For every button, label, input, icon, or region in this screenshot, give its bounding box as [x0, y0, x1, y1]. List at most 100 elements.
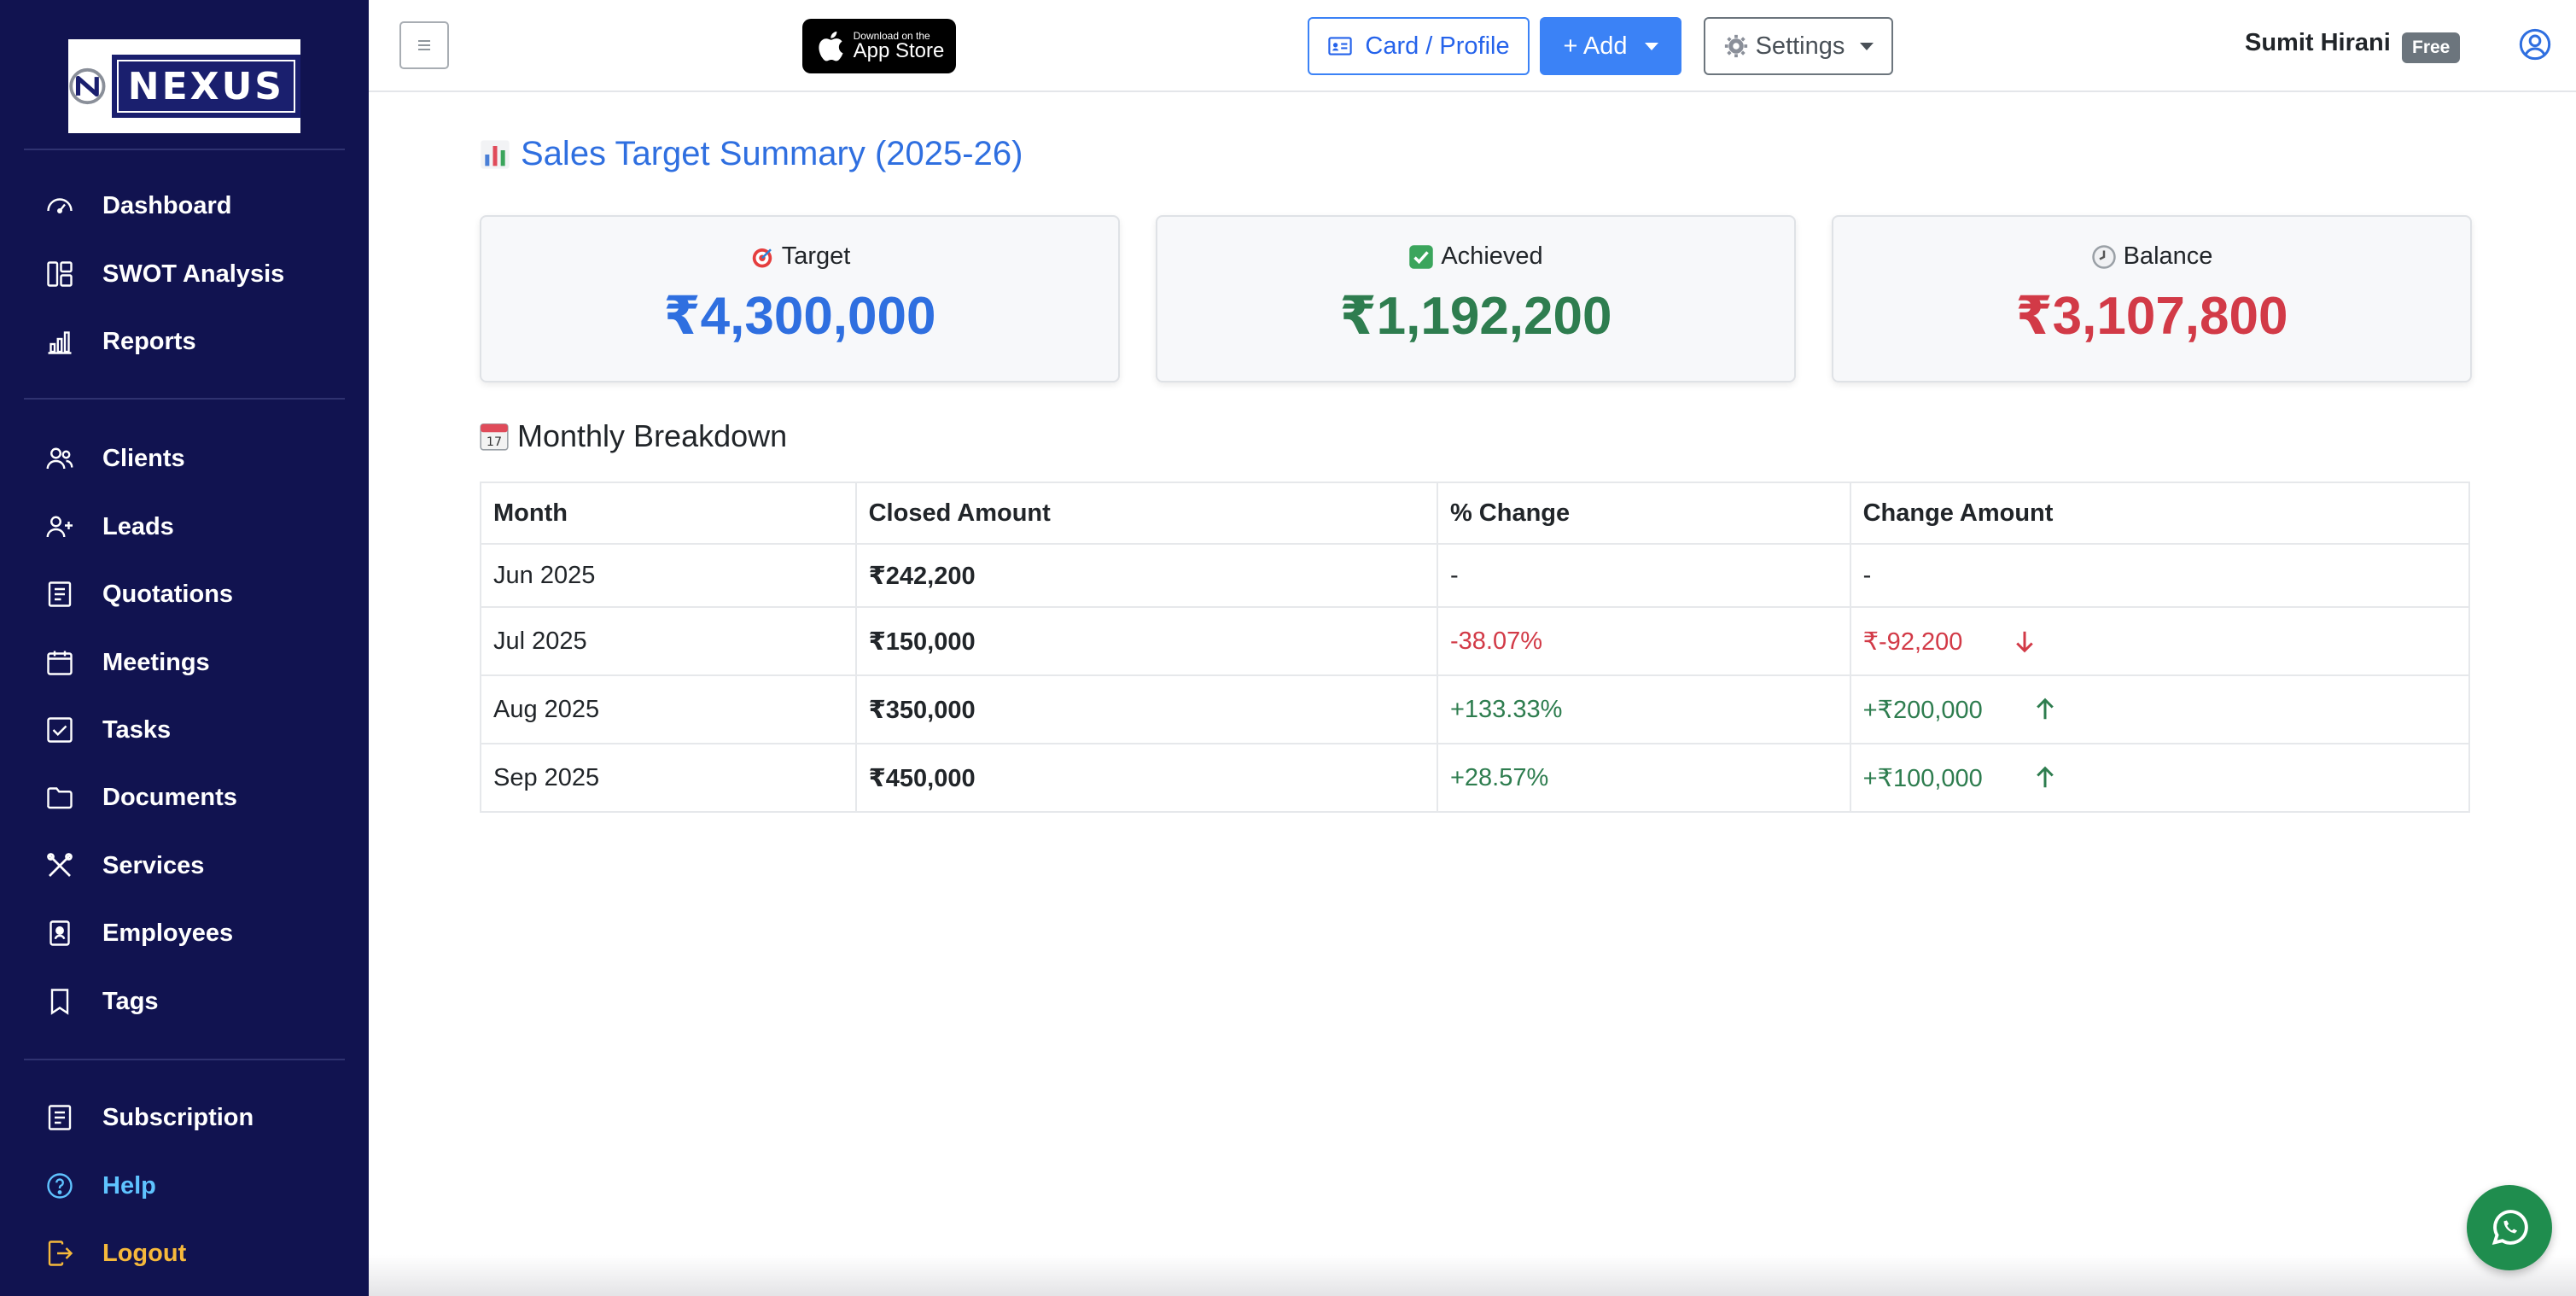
sidebar-item-label: Clients — [102, 444, 185, 472]
target-icon — [752, 248, 772, 267]
sidebar-item-leads[interactable]: Leads — [0, 499, 369, 555]
card-profile-button[interactable]: Card / Profile — [1308, 17, 1530, 75]
table-row: Jun 2025 ₹242,200 - - — [480, 543, 2471, 608]
apple-icon — [819, 31, 843, 61]
brand-logo[interactable]: NEXUS — [68, 39, 300, 133]
sidebar-item-swot-analysis[interactable]: SWOT Analysis — [0, 246, 369, 302]
app-store-label: App Store — [853, 39, 945, 62]
sidebar-item-meetings[interactable]: Meetings — [0, 634, 369, 691]
brand-logo-text: NEXUS — [111, 55, 300, 118]
sidebar: NEXUS Dashboard SWOT Analysis Reports Cl… — [0, 0, 369, 1296]
sidebar-item-documents[interactable]: Documents — [0, 769, 369, 826]
column-header-change-amount[interactable]: Change Amount — [1849, 482, 2471, 545]
achieved-card: Achieved ₹1,192,200 — [1156, 215, 1796, 382]
sidebar-item-help[interactable]: Help — [0, 1158, 369, 1214]
sidebar-item-label: Meetings — [102, 648, 210, 676]
sidebar-divider — [24, 149, 345, 150]
change-amount-cell: - — [1849, 543, 2471, 608]
user-name[interactable]: Sumit Hirani — [2245, 29, 2391, 57]
monthly-breakdown-table: Month Closed Amount % Change Change Amou… — [480, 482, 2471, 813]
month-cell: Jul 2025 — [480, 606, 857, 676]
sidebar-item-label: Dashboard — [102, 191, 232, 219]
add-dropdown-button[interactable]: + Add — [1540, 17, 1681, 75]
plan-badge: Free — [2402, 32, 2461, 63]
month-cell: Jun 2025 — [480, 543, 857, 608]
sidebar-item-label: Tasks — [102, 715, 172, 744]
sidebar-item-employees[interactable]: Employees — [0, 905, 369, 961]
sidebar-item-label: Tags — [102, 987, 159, 1015]
closed-amount-cell: ₹150,000 — [854, 606, 1438, 676]
caret-down-icon — [1644, 42, 1658, 50]
id-card-icon — [1328, 37, 1353, 55]
percent-change-cell: - — [1436, 543, 1851, 608]
nexus-logo-icon — [69, 67, 106, 105]
percent-change-cell: +133.33% — [1436, 674, 1851, 744]
bookmark-icon — [44, 986, 75, 1017]
table-row: Aug 2025 ₹350,000 +133.33% +₹200,000 — [480, 674, 2471, 744]
whatsapp-chat-button[interactable] — [2467, 1185, 2552, 1270]
sidebar-item-tags[interactable]: Tags — [0, 973, 369, 1030]
clock-icon — [2091, 244, 2116, 269]
sidebar-item-logout[interactable]: Logout — [0, 1225, 369, 1281]
receipt-icon — [44, 579, 75, 610]
sidebar-divider — [24, 1059, 345, 1060]
people-icon — [44, 443, 75, 474]
page-title-text: Sales Target Summary (2025-26) — [521, 135, 1023, 172]
app-store-badge[interactable]: Download on the App Store — [802, 19, 956, 73]
closed-amount-cell: ₹242,200 — [854, 543, 1438, 608]
achieved-value: ₹1,192,200 — [1339, 287, 1612, 346]
sidebar-item-subscription[interactable]: Subscription — [0, 1089, 369, 1146]
question-circle-icon — [44, 1170, 75, 1201]
sidebar-item-reports[interactable]: Reports — [0, 313, 369, 370]
user-circle-icon[interactable] — [2518, 27, 2552, 61]
target-card-label: Target — [749, 242, 850, 271]
settings-label: Settings — [1755, 32, 1845, 60]
sidebar-item-dashboard[interactable]: Dashboard — [0, 178, 369, 234]
month-cell: Aug 2025 — [480, 674, 857, 744]
target-value: ₹4,300,000 — [663, 287, 936, 346]
balance-label: Balance — [2123, 242, 2213, 270]
column-header-closed-amount[interactable]: Closed Amount — [854, 482, 1438, 545]
folder-icon — [44, 782, 75, 813]
sidebar-item-label: Quotations — [102, 580, 234, 608]
sidebar-item-label: Help — [102, 1171, 156, 1200]
sidebar-item-label: Subscription — [102, 1103, 254, 1131]
change-amount-cell: +₹200,000 — [1849, 674, 2471, 744]
table-row: Sep 2025 ₹450,000 +28.57% +₹100,000 — [480, 743, 2471, 813]
sidebar-item-services[interactable]: Services — [0, 838, 369, 894]
arrow-down-icon — [2016, 631, 2034, 653]
card-profile-label: Card / Profile — [1365, 32, 1510, 60]
column-header-month[interactable]: Month — [480, 482, 857, 545]
bottom-shade — [369, 1255, 2576, 1296]
svg-text:17: 17 — [487, 435, 502, 449]
sidebar-item-label: SWOT Analysis — [102, 260, 285, 288]
layout-grid-icon — [44, 259, 75, 289]
sidebar-item-quotations[interactable]: Quotations — [0, 566, 369, 622]
column-header-percent-change[interactable]: % Change — [1436, 482, 1851, 545]
top-navbar: Download on the App Store Card / Profile… — [369, 0, 2576, 92]
sidebar-item-tasks[interactable]: Tasks — [0, 702, 369, 758]
caret-down-icon — [1860, 42, 1874, 50]
sidebar-item-clients[interactable]: Clients — [0, 430, 369, 487]
achieved-label: Achieved — [1441, 242, 1543, 270]
gear-icon — [1724, 34, 1747, 58]
balance-card: Balance ₹3,107,800 — [1832, 215, 2472, 382]
add-label: + Add — [1563, 32, 1628, 60]
month-cell: Sep 2025 — [480, 743, 857, 813]
section-title-text: Monthly Breakdown — [517, 418, 788, 453]
sidebar-toggle-button[interactable] — [399, 21, 449, 69]
change-amount-cell: ₹-92,200 — [1849, 606, 2471, 676]
check-square-icon — [44, 715, 75, 745]
tools-icon — [44, 850, 75, 881]
section-title: 17 Monthly Breakdown — [478, 418, 787, 454]
calendar-icon: 17 — [480, 423, 509, 451]
settings-dropdown-button[interactable]: Settings — [1704, 17, 1893, 75]
arrow-up-icon — [2036, 766, 2054, 788]
bar-chart-icon — [44, 326, 75, 357]
calendar-icon — [44, 647, 75, 678]
id-badge-icon — [44, 918, 75, 949]
balance-value: ₹3,107,800 — [2015, 287, 2288, 346]
change-amount-value: +₹100,000 — [1862, 764, 1983, 792]
change-amount-value: ₹-92,200 — [1862, 628, 1963, 656]
check-mark-icon — [1409, 244, 1434, 269]
